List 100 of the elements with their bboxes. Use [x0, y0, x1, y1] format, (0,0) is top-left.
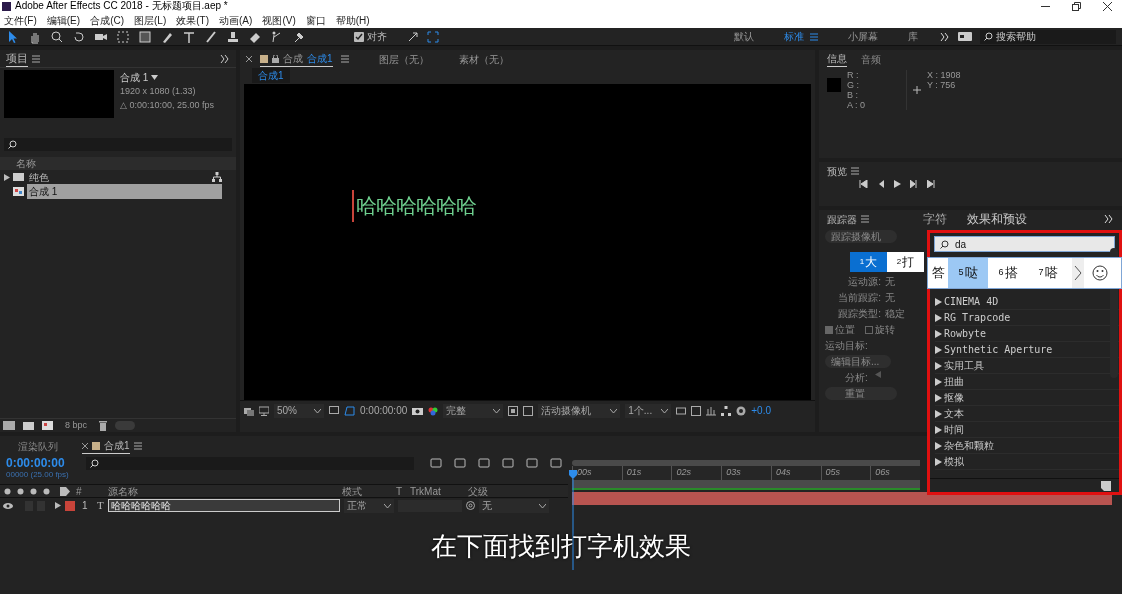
new-preset-icon[interactable] — [1101, 480, 1111, 491]
panel-tab[interactable]: 信息 — [827, 51, 847, 67]
region-icon[interactable] — [508, 405, 519, 416]
search-icon[interactable] — [940, 240, 950, 249]
search-icon[interactable] — [984, 31, 993, 41]
caret-icon[interactable] — [314, 408, 321, 413]
tracker-checkbox[interactable] — [865, 325, 873, 334]
edit-target-button[interactable]: 编辑目标... — [825, 355, 891, 368]
caret-icon[interactable] — [493, 408, 501, 413]
project-search-field[interactable] — [4, 138, 232, 151]
project-item[interactable]: 纯色 — [27, 169, 209, 185]
ime-candidate[interactable]: 答 — [928, 258, 948, 288]
menu-icon[interactable] — [851, 167, 859, 175]
camera-snapshot-icon[interactable] — [412, 406, 424, 415]
color-label[interactable] — [65, 500, 75, 511]
menu-icon[interactable] — [133, 442, 142, 450]
emoji-icon[interactable] — [1092, 265, 1108, 281]
caret-icon[interactable] — [610, 408, 618, 413]
restore-icon[interactable] — [1072, 1, 1081, 11]
close-icon[interactable] — [1103, 1, 1112, 11]
rotate-icon[interactable] — [72, 29, 86, 44]
effect-category[interactable]: 时间 — [944, 422, 964, 437]
timeline-icon[interactable] — [706, 405, 717, 416]
timeline-search-field[interactable] — [86, 457, 414, 470]
label-tag-icon[interactable] — [60, 486, 70, 496]
snap-checkbox[interactable] — [354, 31, 364, 42]
pan-behind-icon[interactable] — [116, 29, 130, 44]
close-icon[interactable] — [82, 442, 88, 449]
effect-category[interactable]: 文本 — [944, 406, 964, 421]
checkbox-label[interactable]: 旋转 — [875, 323, 895, 336]
help-search-field[interactable]: 搜索帮助 — [980, 29, 1116, 44]
panel-tab[interactable]: 字符 — [923, 210, 947, 228]
effect-category[interactable]: 杂色和颗粒 — [944, 438, 994, 453]
color-channels-icon[interactable] — [428, 405, 439, 416]
pick-whip-icon[interactable] — [465, 501, 475, 510]
project-item[interactable]: 合成 1 — [27, 183, 222, 199]
dropdown-caret-icon[interactable] — [151, 75, 159, 80]
skip-back-icon[interactable] — [859, 180, 868, 188]
caret-icon[interactable] — [661, 408, 669, 413]
workspace-tab[interactable]: 默认 — [734, 29, 754, 44]
menu-item[interactable]: 编辑(E) — [46, 12, 81, 28]
field-value[interactable]: 无 — [885, 275, 921, 288]
workspace-tab[interactable]: 标准 — [784, 29, 804, 44]
views-dropdown[interactable]: 1个... — [625, 403, 672, 418]
menu-item[interactable]: 窗口 — [305, 12, 326, 28]
exposure-icon[interactable] — [736, 405, 747, 416]
panel-tab[interactable]: 项目 — [6, 49, 28, 68]
field-value[interactable]: 无 — [885, 291, 921, 304]
field-value[interactable]: 稳定 — [885, 307, 921, 320]
skip-forward-icon[interactable] — [927, 180, 936, 188]
trash-icon[interactable] — [99, 420, 108, 431]
menu-item[interactable]: 动画(A) — [219, 12, 253, 28]
panel-tab[interactable]: 效果和预设 — [967, 210, 1027, 228]
expand-arrow-icon[interactable] — [4, 173, 10, 181]
timeline-tab[interactable]: 合成1 — [82, 438, 130, 454]
viewer-options-icon[interactable] — [244, 405, 254, 416]
rectangle-icon[interactable] — [138, 29, 152, 44]
effect-category[interactable]: 模拟 — [944, 454, 964, 469]
track-camera-button[interactable]: 跟踪摄像机 — [825, 230, 897, 243]
close-icon[interactable] — [246, 56, 252, 62]
workspace-tab[interactable]: 库 — [908, 29, 918, 44]
current-time[interactable]: 0:00:00:00 — [6, 456, 76, 470]
bit-depth-button[interactable]: 8 bpc — [61, 418, 92, 433]
caret-icon[interactable] — [383, 503, 391, 508]
caret-icon[interactable] — [538, 503, 546, 508]
menu-item[interactable]: 视图(V) — [262, 12, 296, 28]
viewer-tab[interactable]: 合成 合成1 — [260, 51, 333, 67]
workspace-tab[interactable]: 小屏幕 — [848, 29, 878, 44]
menu-icon[interactable] — [32, 54, 40, 63]
viewer-tab[interactable]: 素材（无） — [458, 51, 509, 67]
effects-search-field[interactable]: da — [934, 236, 1115, 252]
text-tool-icon[interactable] — [182, 29, 196, 44]
next-page-icon[interactable] — [1072, 258, 1084, 288]
composition-icon[interactable] — [13, 186, 24, 196]
grid-icon[interactable] — [676, 405, 687, 416]
effect-category[interactable]: 实用工具 — [944, 358, 984, 373]
tracker-checkbox[interactable] — [825, 325, 833, 334]
selection-arrow-icon[interactable] — [6, 29, 20, 44]
effect-category[interactable]: Synthetic Aperture — [944, 342, 1053, 357]
fast-preview-icon[interactable] — [691, 405, 702, 416]
expand-arrow-icon[interactable] — [55, 502, 61, 509]
exposure-value[interactable]: +0.0 — [751, 403, 771, 418]
zoom-icon[interactable] — [50, 29, 64, 44]
chevrons-icon[interactable] — [940, 31, 950, 42]
effect-category[interactable]: 抠像 — [944, 390, 964, 405]
brush-icon[interactable] — [204, 29, 218, 44]
menu-item[interactable]: 图层(L) — [134, 12, 167, 28]
camera-dropdown[interactable]: 活动摄像机 — [538, 403, 621, 418]
composition-swatch-icon[interactable] — [92, 441, 100, 450]
resolution-dropdown[interactable]: 完整 — [443, 403, 504, 418]
effect-category[interactable]: Rowbyte — [944, 326, 987, 341]
mask-icon[interactable] — [344, 405, 355, 416]
layer-name[interactable]: 哈哈哈哈哈哈 — [107, 499, 340, 512]
viewer-tab[interactable]: 图层（无） — [378, 51, 429, 67]
menu-item[interactable]: 效果(T) — [176, 12, 210, 28]
stamp-icon[interactable] — [226, 29, 240, 44]
panel-tab[interactable]: 音频 — [861, 51, 881, 67]
breadcrumb-tab[interactable]: 合成1 — [252, 67, 290, 83]
checkbox-label[interactable]: 对齐 — [367, 29, 387, 44]
menu-icon[interactable] — [340, 55, 349, 63]
